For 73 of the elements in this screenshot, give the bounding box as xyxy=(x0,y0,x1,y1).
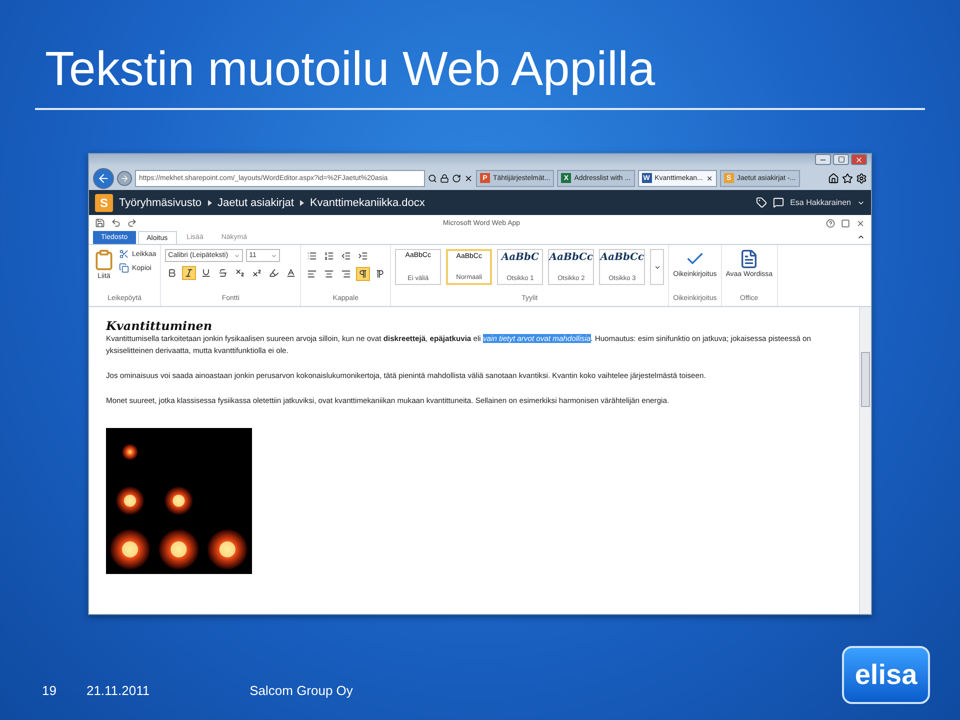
home-icon[interactable] xyxy=(828,172,839,184)
redo-icon[interactable] xyxy=(127,218,137,228)
back-arrow-icon xyxy=(97,172,110,184)
copy-icon xyxy=(119,263,129,273)
orbital-blob xyxy=(122,444,138,460)
stop-icon[interactable] xyxy=(464,174,473,182)
save-icon[interactable] xyxy=(95,218,105,228)
caret-icon xyxy=(271,252,278,258)
document-heading: Kvantittuminen xyxy=(106,319,214,333)
star-icon[interactable] xyxy=(842,172,853,184)
comment-icon[interactable] xyxy=(773,197,784,208)
lock-icon xyxy=(440,174,449,182)
company-name: Salcom Group Oy xyxy=(250,682,353,698)
search-icon[interactable] xyxy=(428,174,437,182)
orbital-blob xyxy=(158,529,199,570)
subscript-icon xyxy=(235,268,246,278)
outdent-icon xyxy=(341,251,352,261)
caret-icon xyxy=(654,264,661,270)
user-menu[interactable]: Esa Hakkarainen xyxy=(790,198,851,207)
strike-icon xyxy=(218,268,228,278)
scissors-icon xyxy=(119,249,129,259)
undo-icon[interactable] xyxy=(111,218,121,228)
fontcolor-icon xyxy=(286,268,296,278)
breadcrumb-link[interactable]: Kvanttimekaniikka.docx xyxy=(310,196,425,208)
numbered-list-icon xyxy=(324,251,334,261)
page-number: 19 xyxy=(42,682,56,698)
caret-icon xyxy=(234,252,240,258)
align-right-icon xyxy=(341,269,352,279)
ltr-direction-button[interactable] xyxy=(356,267,370,281)
document-icon xyxy=(739,249,760,269)
pilcrow-icon xyxy=(375,269,386,279)
italic-button[interactable] xyxy=(182,266,196,280)
bold-icon xyxy=(167,268,178,278)
maximize-icon xyxy=(838,156,844,163)
indent-icon xyxy=(358,251,368,261)
underline-icon xyxy=(201,268,212,278)
scrollbar[interactable] xyxy=(859,307,871,614)
tag-icon[interactable] xyxy=(756,197,768,208)
breadcrumb-arrow-icon xyxy=(208,200,212,206)
slide-date: 21.11.2011 xyxy=(86,682,150,698)
maximize-button[interactable] xyxy=(833,154,849,165)
close-button[interactable] xyxy=(851,154,867,165)
close-icon xyxy=(855,156,863,164)
clipboard-icon xyxy=(93,249,115,271)
forward-button[interactable] xyxy=(117,170,132,186)
align-center-icon xyxy=(324,269,334,279)
superscript-icon xyxy=(252,268,262,278)
orbital-blob xyxy=(116,486,144,515)
refresh-icon[interactable] xyxy=(452,174,461,182)
close-icon[interactable] xyxy=(856,218,865,228)
back-button[interactable] xyxy=(93,168,114,188)
bullet-list-icon xyxy=(307,251,318,261)
close-icon[interactable] xyxy=(706,174,713,182)
orbital-blob xyxy=(110,529,150,570)
slide-title: Tekstin muotoilu Web Appilla xyxy=(45,42,656,98)
italic-icon xyxy=(184,268,194,278)
orbital-blob xyxy=(207,529,248,570)
highlight-button[interactable] xyxy=(267,266,282,280)
pilcrow-icon xyxy=(358,269,368,279)
minimize-button[interactable] xyxy=(815,154,831,165)
sharepoint-logo: S xyxy=(95,194,113,212)
align-left-icon xyxy=(307,269,318,279)
orbital-blob xyxy=(164,486,193,515)
window-icon[interactable] xyxy=(841,218,850,228)
settings-icon[interactable] xyxy=(856,172,867,184)
elisa-logo: elisa xyxy=(842,646,930,704)
highlight-icon xyxy=(269,268,280,278)
breadcrumb-link[interactable]: Jaetut asiakirjat xyxy=(218,196,294,208)
collapse-icon[interactable] xyxy=(857,233,865,241)
forward-arrow-icon xyxy=(120,174,129,182)
breadcrumb-link[interactable]: Työryhmäsivusto xyxy=(119,196,202,208)
breadcrumb-arrow-icon xyxy=(300,200,304,206)
help-icon[interactable] xyxy=(826,218,835,228)
